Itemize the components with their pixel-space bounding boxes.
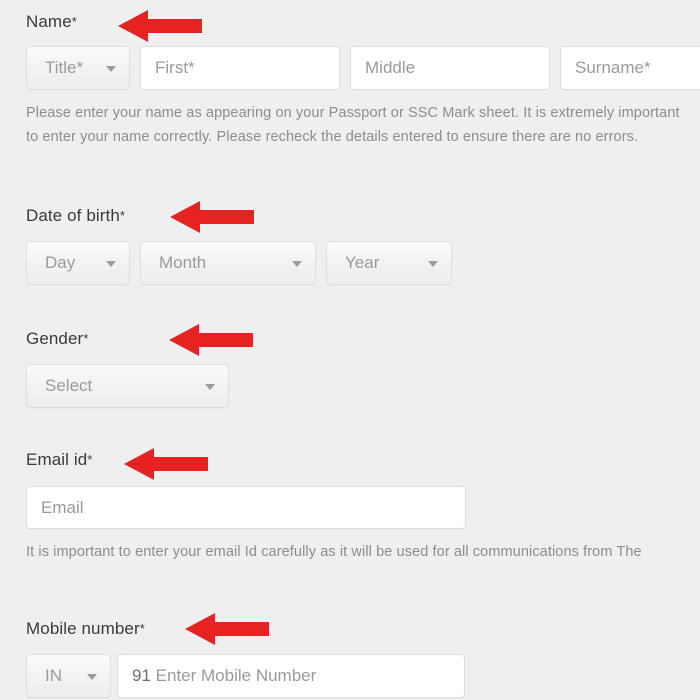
gender-required-asterisk: * bbox=[83, 331, 89, 346]
mobile-label: Mobile number* bbox=[0, 619, 700, 639]
arrow-pointing-at-gender bbox=[169, 323, 253, 357]
country-code-select[interactable]: IN bbox=[26, 654, 111, 698]
surname-placeholder: Surname* bbox=[575, 58, 651, 77]
year-select[interactable]: Year bbox=[326, 241, 452, 285]
email-input-row: Email bbox=[0, 486, 700, 529]
email-label-text: Email id bbox=[26, 450, 88, 469]
gender-label: Gender* bbox=[0, 329, 700, 349]
mobile-number-placeholder: Enter Mobile Number bbox=[155, 666, 317, 685]
gender-field-group: Gender* Select bbox=[0, 329, 700, 408]
chevron-down-icon bbox=[428, 261, 438, 267]
date-of-birth-field-group: Date of birth* Day Month Year bbox=[0, 206, 700, 285]
mobile-required-asterisk: * bbox=[139, 621, 145, 636]
mobile-field-group: Mobile number* IN 91 Enter Mobile Number bbox=[0, 619, 700, 698]
registration-form-page: Name* Title* First* Middle Surname* Plea… bbox=[0, 0, 700, 700]
name-inputs-row: Title* First* Middle Surname* bbox=[0, 46, 700, 90]
email-label: Email id* bbox=[0, 450, 700, 470]
email-placeholder: Email bbox=[41, 498, 84, 517]
chevron-down-icon bbox=[292, 261, 302, 267]
chevron-down-icon bbox=[106, 261, 116, 267]
arrow-pointing-at-email-id bbox=[124, 447, 208, 481]
date-of-birth-inputs-row: Day Month Year bbox=[0, 241, 700, 285]
gender-select[interactable]: Select bbox=[26, 364, 229, 408]
arrow-pointing-at-date-of-birth bbox=[170, 200, 254, 234]
email-note-line-1: It is important to enter your email Id c… bbox=[26, 544, 642, 560]
name-required-asterisk: * bbox=[71, 14, 77, 29]
date-of-birth-required-asterisk: * bbox=[119, 208, 125, 223]
middle-name-placeholder: Middle bbox=[365, 58, 416, 77]
name-label-text: Name bbox=[26, 12, 72, 31]
date-of-birth-label-text: Date of birth bbox=[26, 206, 120, 225]
email-input[interactable]: Email bbox=[26, 486, 466, 529]
month-select[interactable]: Month bbox=[140, 241, 316, 285]
country-code-placeholder: IN bbox=[45, 666, 62, 685]
first-name-placeholder: First* bbox=[155, 58, 195, 77]
year-select-placeholder: Year bbox=[345, 253, 380, 272]
name-note-line-2: to enter your name correctly. Please rec… bbox=[26, 129, 639, 145]
title-select-placeholder: Title* bbox=[45, 58, 84, 77]
mobile-input-row: IN 91 Enter Mobile Number bbox=[0, 654, 700, 698]
name-label: Name* bbox=[0, 12, 700, 32]
day-select[interactable]: Day bbox=[26, 241, 130, 285]
surname-input[interactable]: Surname* bbox=[560, 46, 700, 90]
gender-select-placeholder: Select bbox=[45, 376, 93, 395]
title-select[interactable]: Title* bbox=[26, 46, 130, 90]
mobile-country-prefix: 91 bbox=[132, 666, 151, 685]
mobile-label-text: Mobile number bbox=[26, 619, 140, 638]
date-of-birth-label: Date of birth* bbox=[0, 206, 700, 226]
chevron-down-icon bbox=[205, 384, 215, 390]
month-select-placeholder: Month bbox=[159, 253, 207, 272]
name-field-group: Name* Title* First* Middle Surname* Plea… bbox=[0, 12, 700, 149]
day-select-placeholder: Day bbox=[45, 253, 76, 272]
gender-input-row: Select bbox=[0, 364, 700, 408]
email-required-asterisk: * bbox=[87, 452, 93, 467]
chevron-down-icon bbox=[87, 674, 97, 680]
middle-name-input[interactable]: Middle bbox=[350, 46, 550, 90]
name-note-line-1: Please enter your name as appearing on y… bbox=[26, 105, 680, 121]
arrow-pointing-at-name bbox=[118, 9, 202, 43]
arrow-pointing-at-mobile-number bbox=[185, 612, 269, 646]
gender-label-text: Gender bbox=[26, 329, 84, 348]
email-field-group: Email id* Email It is important to enter… bbox=[0, 450, 700, 564]
first-name-input[interactable]: First* bbox=[140, 46, 340, 90]
chevron-down-icon bbox=[106, 66, 116, 72]
mobile-number-input[interactable]: 91 Enter Mobile Number bbox=[117, 654, 465, 698]
